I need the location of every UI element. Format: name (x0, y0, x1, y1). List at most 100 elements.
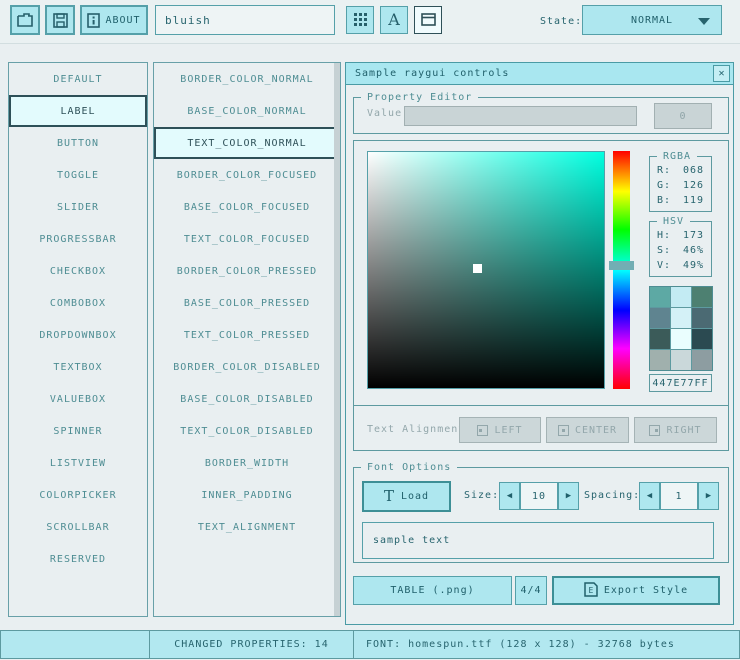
window-icon (421, 11, 436, 30)
spacing-label: Spacing: (584, 490, 640, 501)
style-table-toggle[interactable] (346, 6, 374, 34)
value-box[interactable]: 0 (654, 103, 712, 129)
controls-list-item[interactable]: COMBOBOX (9, 287, 147, 319)
controls-list-item[interactable]: TOGGLE (9, 159, 147, 191)
controls-list-item[interactable]: LISTVIEW (9, 447, 147, 479)
export-count-box[interactable]: 4/4 (515, 576, 547, 605)
properties-list-item[interactable]: BORDER_COLOR_NORMAL (154, 63, 340, 95)
controls-list-item[interactable]: CHECKBOX (9, 255, 147, 287)
color-swatch[interactable] (650, 308, 670, 328)
properties-list-item[interactable]: TEXT_COLOR_NORMAL (154, 127, 340, 159)
controls-list-item[interactable]: BUTTON (9, 127, 147, 159)
size-value-box[interactable]: 10 (520, 482, 558, 510)
hsv-group: HSV H:173 S:46% V:49% (649, 221, 712, 277)
font-view-toggle[interactable]: A (380, 6, 408, 34)
controls-list-item[interactable]: COLORPICKER (9, 479, 147, 511)
hue-handle[interactable] (609, 261, 634, 270)
color-swatch[interactable] (671, 287, 691, 307)
properties-scrollbar[interactable] (334, 63, 340, 616)
value-label: Value: (367, 108, 409, 119)
align-center-button[interactable]: CENTER (546, 417, 629, 443)
controls-list-item[interactable]: RESERVED (9, 543, 147, 575)
font-load-icon: T (384, 489, 395, 504)
align-right-button[interactable]: RIGHT (634, 417, 717, 443)
color-swatch[interactable] (650, 287, 670, 307)
s-label: S: (657, 245, 671, 256)
controls-list-item[interactable]: VALUEBOX (9, 383, 147, 415)
properties-list-item[interactable]: BORDER_COLOR_PRESSED (154, 255, 340, 287)
properties-list-item[interactable]: TEXT_ALIGNMENT (154, 511, 340, 543)
color-swatch[interactable] (671, 329, 691, 349)
properties-list-item[interactable]: BORDER_COLOR_FOCUSED (154, 159, 340, 191)
v-value: 49% (683, 260, 704, 271)
spacing-increase-button[interactable]: ▶ (698, 482, 719, 510)
new-file-button[interactable] (10, 5, 40, 35)
state-dropdown[interactable]: NORMAL (582, 5, 722, 35)
info-icon (87, 13, 100, 28)
spacing-value-box[interactable]: 1 (660, 482, 698, 510)
color-swatch[interactable] (692, 287, 712, 307)
properties-list-item[interactable]: INNER_PADDING (154, 479, 340, 511)
color-swatch[interactable] (671, 308, 691, 328)
size-decrease-button[interactable]: ◀ (499, 482, 520, 510)
properties-list-item[interactable]: TEXT_COLOR_PRESSED (154, 319, 340, 351)
hex-value-box[interactable]: 447E77FF (649, 374, 712, 392)
status-cell-empty (0, 630, 150, 659)
color-picker-panel[interactable] (367, 151, 605, 389)
h-label: H: (657, 230, 671, 241)
b-label: B: (657, 195, 671, 206)
property-editor-label: Property Editor (361, 92, 478, 103)
arrow-left-icon: ◀ (507, 491, 512, 501)
export-style-button[interactable]: E Export Style (552, 576, 720, 605)
properties-list-item[interactable]: BORDER_WIDTH (154, 447, 340, 479)
properties-list-item[interactable]: BASE_COLOR_DISABLED (154, 383, 340, 415)
color-swatch[interactable] (650, 329, 670, 349)
style-name-input[interactable] (155, 5, 335, 35)
color-swatch[interactable] (650, 350, 670, 370)
color-swatch[interactable] (692, 329, 712, 349)
align-center-icon (558, 425, 569, 436)
properties-list-item[interactable]: TEXT_COLOR_FOCUSED (154, 223, 340, 255)
hue-bar[interactable] (613, 151, 630, 389)
properties-list-item[interactable]: BASE_COLOR_FOCUSED (154, 191, 340, 223)
controls-list-item[interactable]: SLIDER (9, 191, 147, 223)
status-changed-properties: CHANGED PROPERTIES: 14 (149, 630, 354, 659)
state-dropdown-value: NORMAL (631, 15, 673, 26)
close-button[interactable]: ✕ (713, 65, 730, 82)
spacing-decrease-button[interactable]: ◀ (639, 482, 660, 510)
controls-list-item[interactable]: LABEL (9, 95, 147, 127)
properties-list-item[interactable]: TEXT_COLOR_DISABLED (154, 415, 340, 447)
svg-text:E: E (588, 586, 594, 595)
align-left-icon (477, 425, 488, 436)
picker-cursor[interactable] (473, 264, 482, 273)
size-increase-button[interactable]: ▶ (558, 482, 579, 510)
color-swatch[interactable] (692, 308, 712, 328)
about-button[interactable]: ABOUT (80, 5, 148, 35)
properties-list-item[interactable]: BASE_COLOR_PRESSED (154, 287, 340, 319)
value-slider[interactable] (404, 106, 637, 126)
font-options-group: Font Options T Load Size: ◀ 10 ▶ Spacing… (353, 467, 729, 563)
window-titlebar[interactable]: Sample raygui controls ✕ (346, 63, 733, 85)
color-picker-group: RGBA R:068 G:126 B:119 HSV H:173 S:46% V… (353, 140, 729, 451)
controls-list-item[interactable]: SCROLLBAR (9, 511, 147, 543)
controls-view-toggle[interactable] (414, 6, 442, 34)
text-alignment-label: Text Alignment: (367, 424, 472, 435)
align-left-button[interactable]: LEFT (459, 417, 541, 443)
load-font-button[interactable]: T Load (362, 481, 451, 512)
controls-list-item[interactable]: DROPDOWNBOX (9, 319, 147, 351)
window-title: Sample raygui controls (355, 68, 509, 79)
grid-icon (354, 11, 367, 30)
rgba-label: RGBA (657, 151, 697, 162)
save-file-button[interactable] (45, 5, 75, 35)
controls-list-item[interactable]: TEXTBOX (9, 351, 147, 383)
color-swatch[interactable] (671, 350, 691, 370)
properties-list-item[interactable]: BORDER_COLOR_DISABLED (154, 351, 340, 383)
g-label: G: (657, 180, 671, 191)
controls-list-item[interactable]: SPINNER (9, 415, 147, 447)
sample-textbox[interactable]: sample text (362, 522, 714, 559)
controls-list-item[interactable]: DEFAULT (9, 63, 147, 95)
controls-list-item[interactable]: PROGRESSBAR (9, 223, 147, 255)
table-export-button[interactable]: TABLE (.png) (353, 576, 512, 605)
color-swatch[interactable] (692, 350, 712, 370)
properties-list-item[interactable]: BASE_COLOR_NORMAL (154, 95, 340, 127)
